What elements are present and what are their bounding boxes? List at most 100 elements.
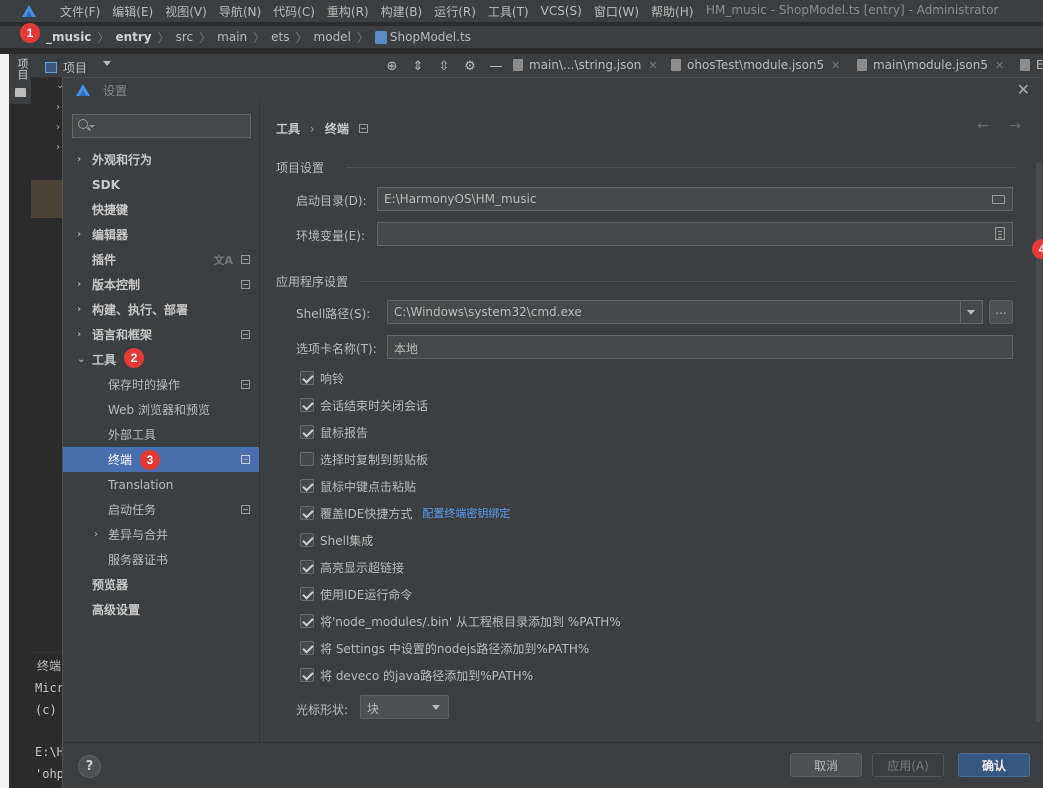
project-toolwindow-button[interactable]: 项目 xyxy=(9,54,31,104)
menu-file[interactable]: 文件(F) xyxy=(54,3,106,20)
checkbox[interactable] xyxy=(300,398,314,412)
chevron-down-icon[interactable]: ⌄ xyxy=(77,354,85,365)
checkbox[interactable] xyxy=(300,668,314,682)
search-input[interactable] xyxy=(97,117,247,135)
editor-tab[interactable]: main\module.json5 ✕ xyxy=(857,58,1004,72)
editor-tab[interactable]: E xyxy=(1020,58,1043,72)
check-highlight-links[interactable]: 高亮显示超链接 xyxy=(300,557,404,577)
breadcrumb-item[interactable]: entry xyxy=(115,30,151,44)
check-mouse-report[interactable]: 鼠标报告 xyxy=(300,422,368,442)
checkbox[interactable] xyxy=(300,587,314,601)
sidebar-item-previewer[interactable]: 预览器 xyxy=(63,572,259,597)
sidebar-item-appearance[interactable]: › 外观和行为 xyxy=(63,147,259,172)
checkbox[interactable] xyxy=(300,452,314,466)
gear-icon[interactable]: ⚙ xyxy=(462,58,478,74)
menu-run[interactable]: 运行(R) xyxy=(428,3,482,20)
collapse-all-icon[interactable]: ⇳ xyxy=(436,58,452,74)
menu-code[interactable]: 代码(C) xyxy=(267,3,321,20)
chevron-down-icon[interactable] xyxy=(960,301,982,323)
check-node-modules-path[interactable]: 将'node_modules/.bin' 从工程根目录添加到 %PATH% xyxy=(300,611,621,631)
breadcrumb-item[interactable]: ShopModel.ts xyxy=(390,30,471,44)
env-vars-field[interactable] xyxy=(377,222,1013,246)
minimize-icon[interactable]: — xyxy=(488,58,504,74)
configure-keybindings-link[interactable]: 配置终端密钥绑定 xyxy=(422,505,510,521)
cursor-shape-select[interactable]: 块 xyxy=(360,695,449,719)
apply-button[interactable]: 应用(A) xyxy=(872,753,944,777)
startup-dir-field[interactable]: E:\HarmonyOS\HM_music xyxy=(377,187,1013,211)
settings-breadcrumb-parent[interactable]: 工具 xyxy=(276,120,300,137)
browse-button[interactable]: ... xyxy=(989,300,1013,324)
sidebar-item-external-tools[interactable]: 外部工具 xyxy=(63,422,259,447)
checkbox[interactable] xyxy=(300,641,314,655)
chevron-right-icon[interactable]: › xyxy=(94,529,98,540)
folder-icon[interactable] xyxy=(992,195,1005,204)
menu-window[interactable]: 窗口(W) xyxy=(588,3,645,20)
sidebar-item-advanced[interactable]: 高级设置 xyxy=(63,597,259,622)
breadcrumb-item[interactable]: ets xyxy=(271,30,289,44)
sidebar-item-web-browsers[interactable]: Web 浏览器和预览 xyxy=(63,397,259,422)
expand-all-icon[interactable]: ⇕ xyxy=(410,58,426,74)
sidebar-item-actions-on-save[interactable]: 保存时的操作 xyxy=(63,372,259,397)
back-forward-arrows[interactable]: ← → xyxy=(977,118,1029,134)
check-close-on-exit[interactable]: 会话结束时关闭会话 xyxy=(300,395,428,415)
sidebar-item-terminal[interactable]: 终端 xyxy=(63,447,259,472)
sidebar-item-diff-merge[interactable]: › 差异与合并 xyxy=(63,522,259,547)
menu-navigate[interactable]: 导航(N) xyxy=(213,3,267,20)
checkbox[interactable] xyxy=(300,533,314,547)
chevron-right-icon[interactable]: › xyxy=(77,329,81,340)
menu-refactor[interactable]: 重构(R) xyxy=(321,3,375,20)
sidebar-item-tools[interactable]: ⌄ 工具 xyxy=(63,347,259,372)
check-copy-on-select[interactable]: 选择时复制到剪贴板 xyxy=(300,449,428,469)
breadcrumb-item[interactable]: main xyxy=(217,30,247,44)
project-dropdown[interactable]: 项目 xyxy=(45,59,87,76)
breadcrumb-item[interactable]: src xyxy=(176,30,194,44)
checkbox[interactable] xyxy=(300,506,314,520)
chevron-right-icon[interactable]: › xyxy=(77,304,81,315)
menu-view[interactable]: 视图(V) xyxy=(159,3,213,20)
check-shell-integration[interactable]: Shell集成 xyxy=(300,530,373,550)
checkbox[interactable] xyxy=(300,479,314,493)
checkbox[interactable] xyxy=(300,371,314,385)
menu-vcs[interactable]: VCS(S) xyxy=(535,4,588,18)
chevron-right-icon[interactable]: › xyxy=(77,279,81,290)
close-icon[interactable]: ✕ xyxy=(1017,80,1030,99)
cancel-button[interactable]: 取消 xyxy=(790,753,862,777)
help-button[interactable]: ? xyxy=(78,755,101,778)
check-java-path[interactable]: 将 deveco 的java路径添加到%PATH% xyxy=(300,665,533,685)
sidebar-item-startup-tasks[interactable]: 启动任务 xyxy=(63,497,259,522)
document-icon[interactable] xyxy=(995,227,1005,240)
sidebar-item-keymap[interactable]: 快捷键 xyxy=(63,197,259,222)
check-run-commands-ide[interactable]: 使用IDE运行命令 xyxy=(300,584,412,604)
tab-name-field[interactable]: 本地 xyxy=(387,335,1013,359)
sidebar-item-editor[interactable]: › 编辑器 xyxy=(63,222,259,247)
menu-edit[interactable]: 编辑(E) xyxy=(106,3,159,20)
sidebar-item-translation[interactable]: Translation xyxy=(63,472,259,497)
sidebar-item-plugins[interactable]: 插件 文A xyxy=(63,247,259,272)
breadcrumb-item[interactable]: _music xyxy=(46,30,91,44)
checkbox[interactable] xyxy=(300,560,314,574)
sidebar-item-sdk[interactable]: SDK xyxy=(63,172,259,197)
check-middle-click-paste[interactable]: 鼠标中键点击粘贴 xyxy=(300,476,416,496)
close-icon[interactable]: ✕ xyxy=(831,59,840,72)
sidebar-item-build[interactable]: › 构建、执行、部署 xyxy=(63,297,259,322)
locate-icon[interactable]: ⊕ xyxy=(384,58,400,74)
chevron-down-icon[interactable] xyxy=(103,61,111,66)
ok-button[interactable]: 确认 xyxy=(958,753,1030,777)
settings-search[interactable] xyxy=(72,114,251,138)
close-icon[interactable]: ✕ xyxy=(995,59,1004,72)
breadcrumb-item[interactable]: model xyxy=(314,30,351,44)
sidebar-item-server-certs[interactable]: 服务器证书 xyxy=(63,547,259,572)
close-icon[interactable]: ✕ xyxy=(648,59,657,72)
chevron-right-icon[interactable]: › xyxy=(77,229,81,240)
menu-tools[interactable]: 工具(T) xyxy=(482,3,535,20)
checkbox[interactable] xyxy=(300,425,314,439)
shell-path-combo[interactable]: C:\Windows\system32\cmd.exe xyxy=(387,300,983,324)
menu-help[interactable]: 帮助(H) xyxy=(645,3,699,20)
check-override-shortcuts[interactable]: 覆盖IDE快捷方式 配置终端密钥绑定 xyxy=(300,503,510,523)
sidebar-item-vcs[interactable]: › 版本控制 xyxy=(63,272,259,297)
check-nodejs-path[interactable]: 将 Settings 中设置的nodejs路径添加到%PATH% xyxy=(300,638,589,658)
check-bell[interactable]: 响铃 xyxy=(300,368,344,388)
chevron-right-icon[interactable]: › xyxy=(77,154,81,165)
checkbox[interactable] xyxy=(300,614,314,628)
sidebar-item-languages[interactable]: › 语言和框架 xyxy=(63,322,259,347)
